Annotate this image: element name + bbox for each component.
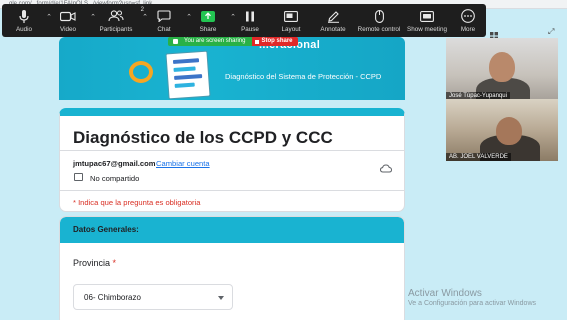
activate-windows-title: Activar Windows bbox=[408, 288, 482, 299]
remote-control-button[interactable]: Remote control bbox=[354, 4, 404, 37]
person-head bbox=[496, 117, 522, 145]
expand-icon[interactable]: ⤢ bbox=[548, 27, 554, 37]
annotate-button[interactable]: Annotate bbox=[312, 4, 354, 37]
share-screen-icon bbox=[201, 10, 215, 22]
video-tile-participant-2[interactable]: AB. JOEL VALVERDE bbox=[446, 99, 558, 161]
pause-icon bbox=[241, 9, 259, 23]
chat-button[interactable]: ⌃ Chat bbox=[142, 4, 192, 37]
video-tile-participant-1[interactable]: José Túpac-Yupanqui bbox=[446, 38, 558, 100]
participants-button[interactable]: 2 ⌃ Participants bbox=[90, 4, 148, 37]
form-title: Diagnóstico de los CCPD y CCC bbox=[73, 128, 333, 147]
wrench-graphic bbox=[129, 61, 153, 83]
participants-label: Participants bbox=[99, 26, 133, 33]
form-header-banner: ...eracional Diagnóstico del Sistema de … bbox=[59, 37, 405, 100]
screen-share-banner: You are screen sharing Stop share bbox=[168, 37, 298, 46]
layout-label: Layout bbox=[281, 26, 301, 33]
required-star: * bbox=[112, 258, 117, 268]
provincia-select[interactable]: 06- Chimborazo bbox=[73, 284, 233, 310]
switch-account-link[interactable]: Cambiar cuenta bbox=[156, 159, 210, 168]
section-card: Datos Generales: Provincia * 06- Chimbor… bbox=[59, 216, 405, 320]
remote-control-label: Remote control bbox=[357, 26, 401, 33]
share-screen-icon bbox=[199, 9, 217, 23]
video-camera-icon bbox=[59, 9, 77, 23]
question-label-text: Provincia bbox=[73, 258, 111, 268]
required-note: * Indica que la pregunta es obligatoria bbox=[73, 198, 201, 207]
selected-option: 06- Chimborazo bbox=[84, 293, 141, 302]
section-title: Datos Generales: bbox=[73, 225, 139, 234]
video-label: Video bbox=[60, 26, 76, 33]
dropdown-arrow-icon bbox=[218, 296, 224, 300]
gallery-grid-icon[interactable] bbox=[490, 27, 498, 40]
participant-name: AB. JOEL VALVERDE bbox=[446, 153, 511, 161]
account-email: jmtupac67@gmail.com bbox=[73, 159, 156, 168]
more-label: More bbox=[460, 26, 476, 33]
chat-icon bbox=[155, 9, 173, 23]
cloud-saved-icon bbox=[379, 160, 393, 173]
layout-icon bbox=[282, 9, 300, 23]
clipboard-graphic bbox=[165, 50, 211, 100]
activate-windows-subtitle: Ve a Configuración para activar Windows bbox=[408, 300, 537, 307]
participants-icon bbox=[107, 9, 125, 23]
audio-button[interactable]: ⌃ Audio bbox=[2, 4, 52, 37]
banner-subtitle: Diagnóstico del Sistema de Protección - … bbox=[225, 72, 382, 81]
layout-button[interactable]: Layout bbox=[270, 4, 312, 37]
show-meeting-icon bbox=[418, 9, 436, 23]
show-meeting-label: Show meeting bbox=[407, 26, 447, 33]
divider bbox=[60, 190, 404, 191]
annotate-label: Annotate bbox=[320, 26, 346, 33]
more-dots-icon bbox=[459, 9, 477, 23]
zoom-toolbar: ⌃ Audio ⌃ Video 2 ⌃ Participants ⌃ Chat … bbox=[2, 4, 486, 37]
pause-button[interactable]: Pause bbox=[230, 4, 270, 37]
screen-sharing-status: You are screen sharing bbox=[168, 37, 252, 46]
microphone-icon bbox=[15, 9, 33, 23]
video-button[interactable]: ⌃ Video bbox=[46, 4, 96, 37]
audio-label: Audio bbox=[15, 26, 33, 33]
show-meeting-button[interactable]: Show meeting bbox=[404, 4, 450, 37]
stop-share-button[interactable]: Stop share bbox=[251, 37, 298, 46]
share-label: Share bbox=[199, 26, 217, 33]
pause-label: Pause bbox=[241, 26, 259, 33]
share-button[interactable]: ⌃ Share bbox=[186, 4, 236, 37]
annotate-pen-icon bbox=[324, 9, 342, 23]
divider bbox=[60, 150, 404, 151]
not-shared-icon bbox=[74, 173, 83, 181]
question-label: Provincia * bbox=[73, 258, 116, 268]
form-title-card: Diagnóstico de los CCPD y CCC jmtupac67@… bbox=[59, 108, 405, 212]
section-header: Datos Generales: bbox=[60, 217, 404, 243]
chat-label: Chat bbox=[157, 26, 171, 33]
more-button[interactable]: More bbox=[450, 4, 486, 37]
mouse-icon bbox=[370, 9, 388, 23]
person-head bbox=[489, 52, 515, 82]
not-shared-text: No compartido bbox=[90, 174, 140, 183]
